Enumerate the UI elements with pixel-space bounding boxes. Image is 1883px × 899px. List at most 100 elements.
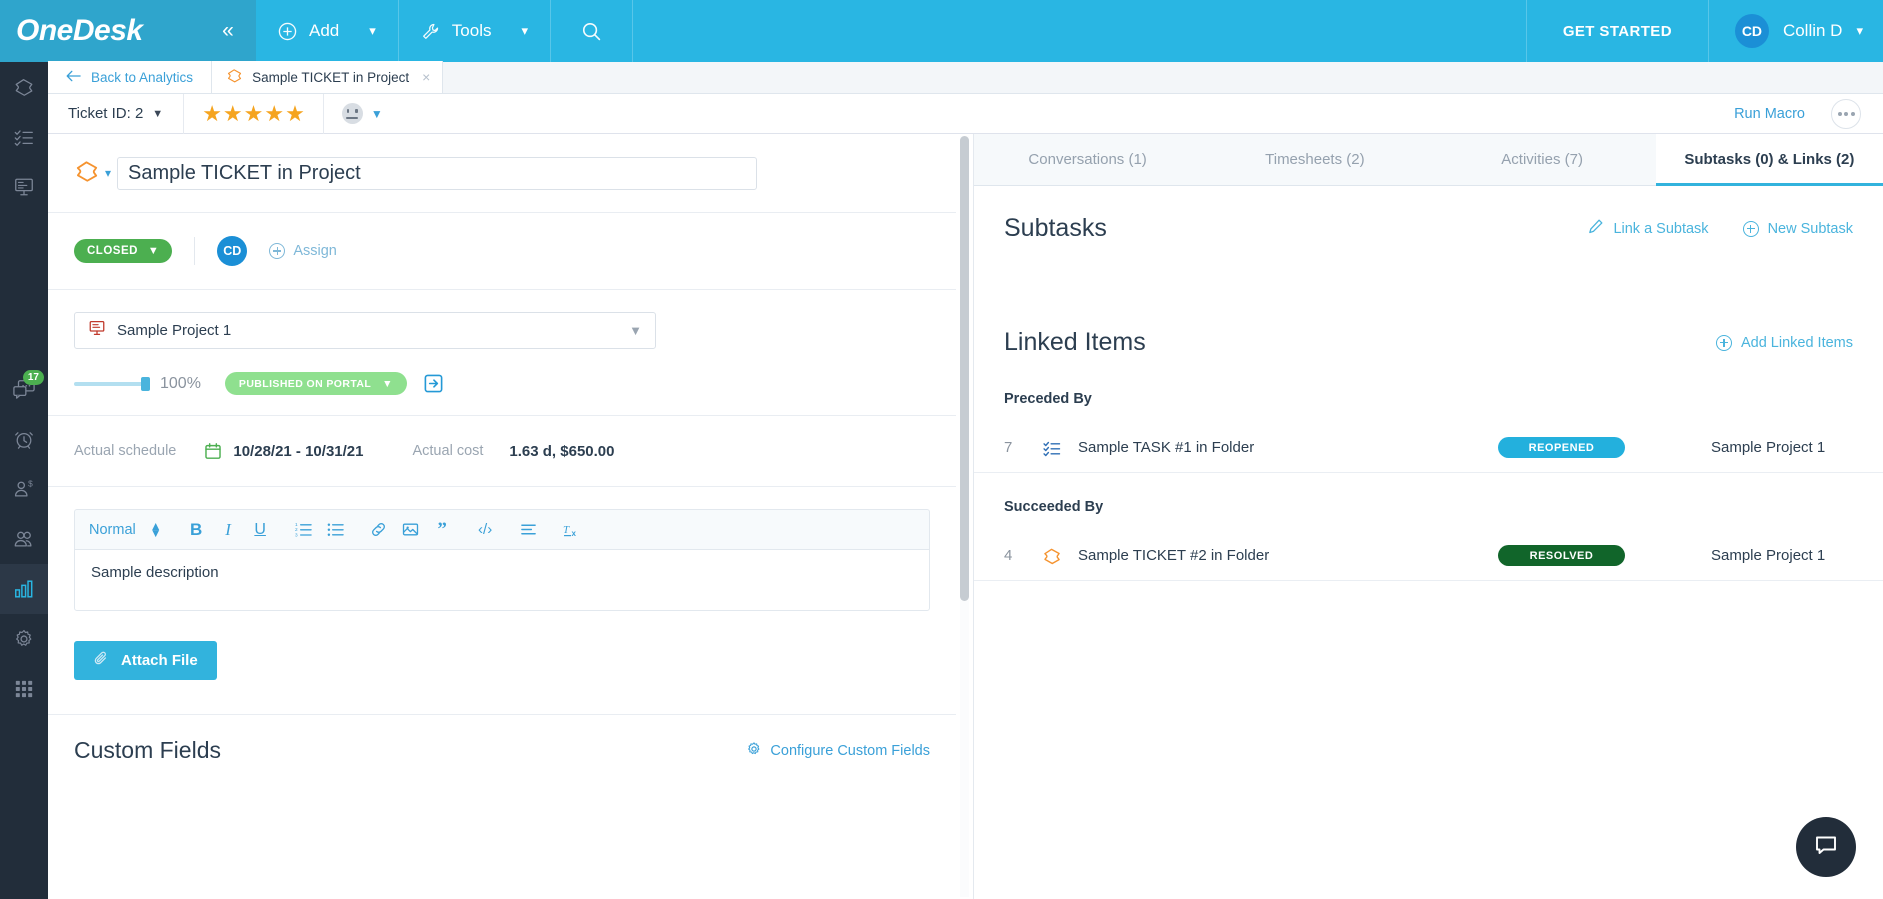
text-style-dropdown[interactable]: Normal bbox=[89, 522, 136, 538]
progress-slider[interactable] bbox=[74, 376, 150, 391]
custom-fields-title: Custom Fields bbox=[74, 737, 221, 763]
italic-button[interactable]: I bbox=[214, 516, 243, 544]
sidebar-item-tasks[interactable] bbox=[0, 112, 48, 162]
configure-custom-fields-label: Configure Custom Fields bbox=[770, 742, 930, 759]
star-icon[interactable]: ★ bbox=[285, 102, 305, 125]
table-row[interactable]: 4 Sample TICKET #2 in Folder RESOLVED Sa… bbox=[974, 531, 1883, 581]
close-icon[interactable]: × bbox=[422, 69, 430, 85]
progress-row: 100% PUBLISHED ON PORTAL ▼ bbox=[74, 372, 930, 395]
item-type-dropdown[interactable]: ▾ bbox=[74, 158, 111, 189]
more-options-button[interactable] bbox=[1831, 98, 1861, 129]
avatar: CD bbox=[1734, 14, 1769, 48]
sidebar-item-customers[interactable]: $ bbox=[0, 464, 48, 514]
configure-custom-fields-button[interactable]: Configure Custom Fields bbox=[746, 741, 930, 761]
assign-button[interactable]: Assign bbox=[269, 243, 337, 259]
add-linked-items-button[interactable]: Add Linked Items bbox=[1715, 334, 1853, 351]
chat-widget-button[interactable] bbox=[1796, 817, 1856, 877]
tab-subtasks-links[interactable]: Subtasks (0) & Links (2) bbox=[1655, 134, 1883, 186]
ticket-id-dropdown[interactable]: Ticket ID: 2 ▼ bbox=[48, 93, 185, 134]
sidebar-item-analytics[interactable] bbox=[0, 564, 48, 614]
star-icon[interactable]: ★ bbox=[264, 102, 284, 125]
item-title-input[interactable] bbox=[117, 156, 758, 190]
bold-button[interactable]: B bbox=[182, 516, 211, 544]
tab-activities[interactable]: Activities (7) bbox=[1429, 134, 1656, 185]
sidebar-item-apps[interactable] bbox=[0, 664, 48, 714]
open-document-tab[interactable]: Sample TICKET in Project × bbox=[212, 61, 444, 93]
image-button[interactable] bbox=[396, 516, 425, 544]
link-a-subtask-button[interactable]: Link a Subtask bbox=[1587, 218, 1709, 239]
table-row[interactable]: 7 Sample TASK #1 in Folder REOPENED Samp… bbox=[974, 423, 1883, 473]
neutral-face-icon bbox=[341, 103, 363, 124]
quote-button[interactable]: ” bbox=[428, 516, 457, 544]
row-number: 4 bbox=[1004, 547, 1013, 564]
status-badge[interactable]: CLOSED ▼ bbox=[74, 239, 173, 263]
ticket-icon bbox=[1042, 546, 1078, 566]
get-started-button[interactable]: GET STARTED bbox=[1525, 0, 1708, 62]
align-button[interactable] bbox=[514, 516, 543, 544]
sidebar-item-messages[interactable]: 17 bbox=[0, 364, 48, 414]
progress-percent: 100% bbox=[160, 374, 201, 392]
sidebar-item-settings[interactable] bbox=[0, 614, 48, 664]
collapse-sidebar-button[interactable]: « bbox=[200, 0, 256, 62]
ordered-list-button[interactable]: 123 bbox=[289, 516, 318, 544]
title-section: ▾ bbox=[48, 134, 956, 213]
arrow-left-icon bbox=[66, 70, 81, 85]
group-label-succeeded-by: Succeeded By bbox=[1004, 499, 1104, 515]
detail-scrollbar-thumb[interactable] bbox=[960, 136, 969, 601]
attach-file-label: Attach File bbox=[121, 652, 198, 669]
pencil-link-icon bbox=[1587, 218, 1604, 239]
search-button[interactable] bbox=[551, 0, 633, 62]
star-icon[interactable]: ★ bbox=[223, 102, 243, 125]
chevron-down-icon: ▼ bbox=[152, 107, 164, 120]
sidebar-item-users[interactable] bbox=[0, 514, 48, 564]
back-to-analytics-button[interactable]: Back to Analytics bbox=[48, 61, 213, 93]
star-icon[interactable]: ★ bbox=[202, 102, 222, 125]
sidebar-item-projects[interactable] bbox=[0, 162, 48, 212]
link-button[interactable] bbox=[364, 516, 393, 544]
assign-label: Assign bbox=[293, 243, 337, 259]
bullet-list-button[interactable] bbox=[321, 516, 350, 544]
code-button[interactable]: ‹/› bbox=[471, 516, 500, 544]
chevron-down-icon: ▼ bbox=[629, 323, 642, 338]
tools-menu-button[interactable]: Tools ▾ bbox=[399, 0, 551, 62]
svg-text:T: T bbox=[563, 524, 570, 536]
add-menu-button[interactable]: Add ▾ bbox=[256, 0, 399, 62]
chevron-down-icon: ▾ bbox=[369, 23, 376, 38]
description-editor: Normal ▲ ▼ B I U 123 ” ‹/› T x Sample de… bbox=[48, 487, 956, 611]
paperclip-icon bbox=[93, 650, 110, 671]
portal-publish-badge[interactable]: PUBLISHED ON PORTAL ▼ bbox=[224, 372, 407, 395]
actual-cost-value: 1.63 d, $650.00 bbox=[509, 442, 615, 460]
project-dropdown[interactable]: Sample Project 1 ▼ bbox=[74, 312, 656, 349]
open-external-icon[interactable] bbox=[423, 373, 444, 394]
run-macro-button[interactable]: Run Macro bbox=[1734, 106, 1831, 122]
tab-conversations[interactable]: Conversations (1) bbox=[974, 134, 1201, 185]
get-started-label: GET STARTED bbox=[1562, 22, 1672, 40]
ellipsis-dot bbox=[1837, 111, 1842, 116]
sidebar-item-tickets[interactable] bbox=[0, 62, 48, 112]
customer-dollar-icon: $ bbox=[13, 478, 35, 500]
new-subtask-button[interactable]: New Subtask bbox=[1742, 220, 1853, 237]
assignee-avatar[interactable]: CD bbox=[217, 236, 248, 266]
priority-stars[interactable]: ★ ★ ★ ★ ★ bbox=[184, 93, 324, 134]
top-navigation-bar: OneDesk « Add ▾ Tools ▾ GET STARTED CD C… bbox=[0, 0, 1883, 62]
slider-handle[interactable] bbox=[141, 376, 150, 391]
brand-logo[interactable]: OneDesk bbox=[0, 0, 200, 62]
mood-dropdown[interactable]: ▼ bbox=[324, 94, 401, 134]
tab-timesheets[interactable]: Timesheets (2) bbox=[1201, 134, 1428, 185]
clear-format-button[interactable]: Tx bbox=[557, 516, 586, 544]
underline-button[interactable]: U bbox=[246, 516, 275, 544]
custom-fields-section: Custom Fields Configure Custom Fields bbox=[48, 714, 956, 786]
brand-logo-text: OneDesk bbox=[16, 14, 143, 47]
description-text[interactable]: Sample description bbox=[74, 549, 930, 611]
sidebar-item-timesheets[interactable] bbox=[0, 414, 48, 464]
related-body: Subtasks Link a Subtask New Subtask Link… bbox=[974, 186, 1883, 899]
alarm-clock-icon bbox=[13, 428, 35, 450]
star-icon[interactable]: ★ bbox=[244, 102, 264, 125]
user-menu[interactable]: CD Collin D ▾ bbox=[1707, 0, 1883, 62]
gear-icon bbox=[13, 628, 35, 650]
text-style-stepper-icon[interactable]: ▲ ▼ bbox=[150, 520, 162, 539]
attach-file-button[interactable]: Attach File bbox=[74, 641, 217, 680]
ticket-id-label: Ticket ID: 2 bbox=[68, 105, 144, 122]
